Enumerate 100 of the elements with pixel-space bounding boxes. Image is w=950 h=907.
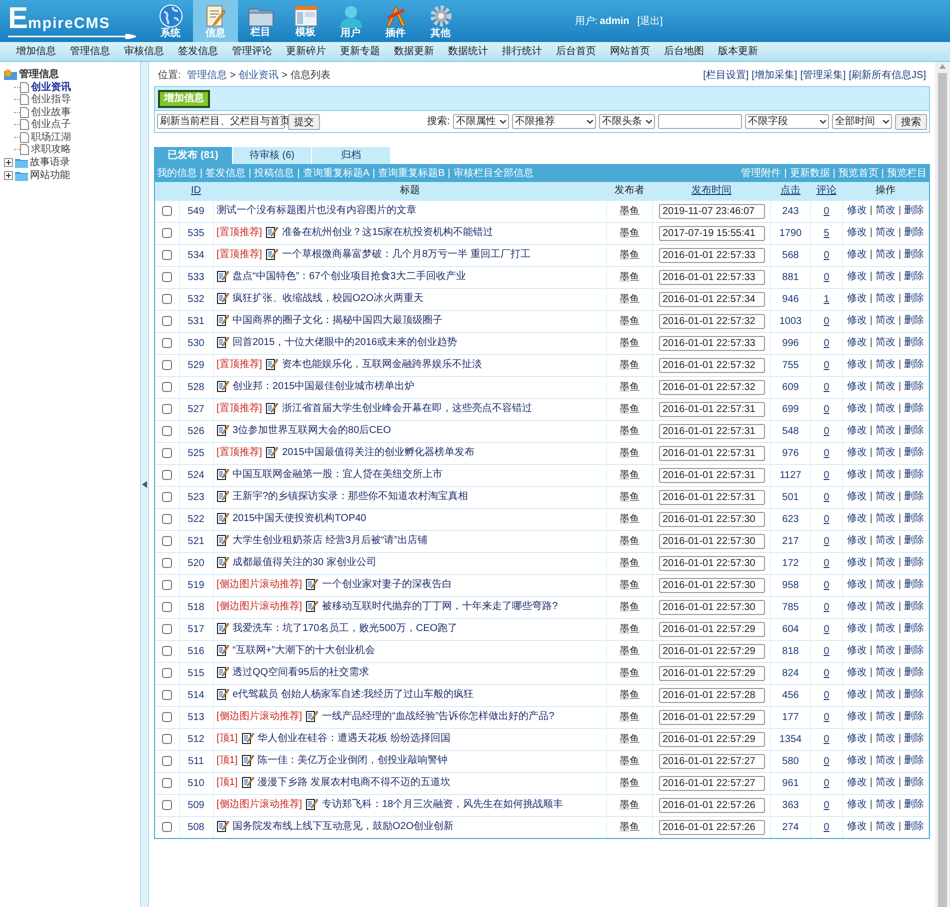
action-link[interactable]: 简改 <box>876 733 896 745</box>
top-link[interactable]: [管理采集] <box>800 68 846 82</box>
expand-icon[interactable] <box>4 158 13 167</box>
comments-link[interactable]: 0 <box>824 514 830 525</box>
action-link[interactable]: 简改 <box>876 623 896 635</box>
action-link[interactable]: 删除 <box>904 293 924 305</box>
time-field[interactable]: 2019-11-07 23:46:07 <box>658 204 764 218</box>
action-link[interactable]: 修改 <box>846 645 867 657</box>
action-link[interactable]: 删除 <box>904 557 924 569</box>
action-link[interactable]: 修改 <box>846 733 867 745</box>
action-link[interactable]: 修改 <box>846 689 867 701</box>
title-link[interactable]: 盘点“中国特色”：67个创业项目抢食3大二手回收产业 <box>232 271 466 283</box>
action-link[interactable]: 简改 <box>876 249 896 261</box>
title-link[interactable]: “互联网+”大潮下的十大创业机会 <box>232 645 375 657</box>
row-checkbox[interactable] <box>162 228 172 238</box>
time-field[interactable]: 2016-01-01 22:57:33 <box>658 270 764 284</box>
action-link[interactable]: 删除 <box>904 205 924 217</box>
action-link[interactable]: 简改 <box>876 403 896 415</box>
action-link[interactable]: 简改 <box>876 557 896 569</box>
time-field[interactable]: 2016-01-01 22:57:27 <box>658 776 764 790</box>
action-link[interactable]: 删除 <box>904 359 924 371</box>
action-link[interactable]: 简改 <box>876 755 896 767</box>
top-link[interactable]: [增加采集] <box>752 68 798 82</box>
action-link[interactable]: 删除 <box>904 425 924 437</box>
action-link[interactable]: 修改 <box>846 623 867 635</box>
comments-link[interactable]: 0 <box>824 492 830 503</box>
action-link[interactable]: 删除 <box>904 821 924 834</box>
menu-link[interactable]: 后台地图 <box>664 44 704 59</box>
row-checkbox[interactable] <box>162 250 172 260</box>
action-link[interactable]: 简改 <box>876 689 896 701</box>
action-link[interactable]: 修改 <box>846 601 867 613</box>
menu-link[interactable]: 排行统计 <box>502 44 542 59</box>
tab[interactable]: 待审核 (6) <box>233 147 311 164</box>
comments-link[interactable]: 0 <box>824 426 830 437</box>
scrollbar[interactable] <box>935 62 950 907</box>
row-checkbox[interactable] <box>162 360 172 370</box>
time-field[interactable]: 2016-01-01 22:57:30 <box>658 600 764 614</box>
collapse-icon[interactable] <box>142 481 147 488</box>
action-link[interactable]: 修改 <box>846 535 867 547</box>
row-checkbox[interactable] <box>162 272 172 282</box>
action-link[interactable]: 删除 <box>904 337 924 349</box>
title-link[interactable]: 成都最值得关注的30 家创业公司 <box>232 557 376 569</box>
time-field[interactable]: 2016-01-01 22:57:31 <box>658 490 764 504</box>
comments-link[interactable]: 0 <box>824 712 830 723</box>
comments-link[interactable]: 1 <box>824 294 830 305</box>
time-field[interactable]: 2016-01-01 22:57:31 <box>658 424 764 438</box>
action-link[interactable]: 简改 <box>876 535 896 547</box>
time-field[interactable]: 2016-01-01 22:57:30 <box>658 534 764 548</box>
time-field[interactable]: 2016-01-01 22:57:29 <box>658 666 764 680</box>
time-field[interactable]: 2016-01-01 22:57:32 <box>658 380 764 394</box>
row-checkbox[interactable] <box>162 690 172 700</box>
search-button[interactable]: 搜索 <box>895 114 927 130</box>
action-link[interactable]: 简改 <box>876 513 896 525</box>
action-link[interactable]: 简改 <box>876 601 896 613</box>
action-link[interactable]: 简改 <box>876 205 896 217</box>
row-checkbox[interactable] <box>162 316 172 326</box>
title-link[interactable]: 我爱洗车：坑了170名员工，败光500万，CEO跑了 <box>232 623 458 635</box>
action-link[interactable]: 修改 <box>846 491 867 503</box>
row-checkbox[interactable] <box>162 558 172 568</box>
comments-link[interactable]: 0 <box>824 822 830 834</box>
time-field[interactable]: 2016-01-01 22:57:31 <box>658 446 764 460</box>
nav-tab[interactable]: 栏目 <box>238 0 283 42</box>
action-link[interactable]: 简改 <box>876 469 896 481</box>
time-field[interactable]: 2016-01-01 22:57:26 <box>658 820 764 835</box>
time-field[interactable]: 2016-01-01 22:57:31 <box>658 402 764 416</box>
nav-tab[interactable]: 模板 <box>283 0 328 42</box>
tree-item[interactable]: 管理信息 <box>19 67 59 82</box>
menu-link[interactable]: 审核信息 <box>124 44 164 59</box>
tree-item[interactable]: 职场江湖 <box>31 130 71 145</box>
comments-link[interactable]: 0 <box>824 558 830 569</box>
menu-link[interactable]: 更新专题 <box>340 44 380 59</box>
row-checkbox[interactable] <box>162 470 172 480</box>
time-field[interactable]: 2016-01-01 22:57:27 <box>658 754 764 768</box>
action-link[interactable]: 修改 <box>846 403 867 415</box>
action-link[interactable]: 修改 <box>846 711 867 723</box>
menu-link[interactable]: 版本更新 <box>718 44 758 59</box>
row-checkbox[interactable] <box>162 822 172 832</box>
top-link[interactable]: [刷新所有信息JS] <box>848 68 926 82</box>
title-link[interactable]: 2015中国天使投资机构TOP40 <box>232 513 366 525</box>
action-link[interactable]: 修改 <box>846 337 867 349</box>
time-field[interactable]: 2016-01-01 22:57:34 <box>658 292 764 306</box>
breadcrumb-link[interactable]: 管理信息 <box>186 68 227 82</box>
action-link[interactable]: 修改 <box>846 293 867 305</box>
action-link[interactable]: 修改 <box>846 469 867 481</box>
action-link[interactable]: 简改 <box>876 337 896 349</box>
menu-link[interactable]: 网站首页 <box>610 44 650 59</box>
action-link[interactable]: 简改 <box>876 359 896 371</box>
action-link[interactable]: 删除 <box>904 711 924 723</box>
time-field[interactable]: 2016-01-01 22:57:29 <box>658 644 764 658</box>
action-link[interactable]: 简改 <box>876 227 896 239</box>
row-checkbox[interactable] <box>162 668 172 678</box>
row-checkbox[interactable] <box>162 580 172 590</box>
action-link[interactable]: 简改 <box>876 271 896 283</box>
action-link[interactable]: 修改 <box>846 359 867 371</box>
scrollbar-thumb[interactable] <box>938 72 947 907</box>
action-link[interactable]: 修改 <box>846 777 867 789</box>
row-checkbox[interactable] <box>162 734 172 744</box>
action-link[interactable]: 删除 <box>904 535 924 547</box>
action-link[interactable]: 删除 <box>904 381 924 393</box>
action-link[interactable]: 删除 <box>904 689 924 701</box>
